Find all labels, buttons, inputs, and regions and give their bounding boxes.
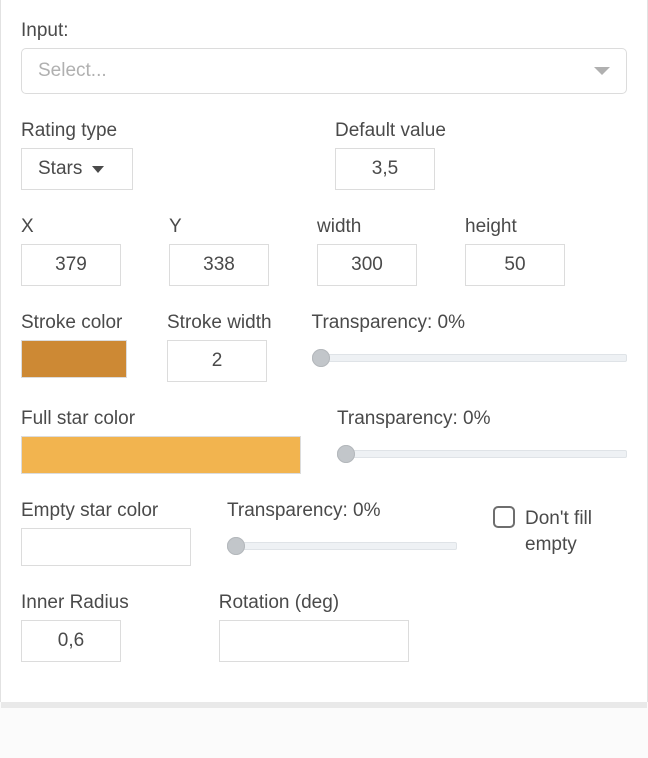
rating-properties-panel: Input: Select... Rating type Stars Defau… xyxy=(0,0,648,702)
y-label: Y xyxy=(169,216,269,238)
height-input[interactable] xyxy=(465,244,565,286)
height-label: height xyxy=(465,216,565,238)
empty-transparency-slider[interactable] xyxy=(227,538,457,554)
caret-down-icon xyxy=(92,166,104,173)
dont-fill-empty-checkbox[interactable] xyxy=(493,506,515,528)
rating-type-value: Stars xyxy=(38,158,82,180)
inner-radius-input[interactable] xyxy=(21,620,121,662)
panel-shadow xyxy=(1,702,647,708)
width-input[interactable] xyxy=(317,244,417,286)
stroke-transparency-label: Transparency: 0% xyxy=(312,312,627,334)
input-label: Input: xyxy=(21,20,627,42)
empty-star-color-label: Empty star color xyxy=(21,500,191,522)
stroke-color-swatch[interactable] xyxy=(21,340,127,378)
stroke-width-label: Stroke width xyxy=(167,312,272,334)
rating-type-label: Rating type xyxy=(21,120,311,142)
full-star-color-label: Full star color xyxy=(21,408,301,430)
dont-fill-empty-label: Don't fill empty xyxy=(525,506,613,557)
rating-type-dropdown[interactable]: Stars xyxy=(21,148,133,190)
rotation-label: Rotation (deg) xyxy=(219,592,409,614)
width-label: width xyxy=(317,216,417,238)
inner-radius-label: Inner Radius xyxy=(21,592,129,614)
slider-thumb[interactable] xyxy=(337,445,355,463)
stroke-color-label: Stroke color xyxy=(21,312,127,334)
slider-track xyxy=(312,354,627,362)
full-transparency-slider[interactable] xyxy=(337,446,627,462)
slider-track xyxy=(337,450,627,458)
full-transparency-label: Transparency: 0% xyxy=(337,408,627,430)
slider-track xyxy=(227,542,457,550)
stroke-width-input[interactable] xyxy=(167,340,267,382)
stroke-transparency-slider[interactable] xyxy=(312,350,627,366)
x-input[interactable] xyxy=(21,244,121,286)
default-value-input[interactable] xyxy=(335,148,435,190)
empty-transparency-label: Transparency: 0% xyxy=(227,500,457,522)
full-star-color-swatch[interactable] xyxy=(21,436,301,474)
slider-thumb[interactable] xyxy=(227,537,245,555)
rotation-input[interactable] xyxy=(219,620,409,662)
default-value-label: Default value xyxy=(335,120,446,142)
x-label: X xyxy=(21,216,121,238)
empty-star-color-swatch[interactable] xyxy=(21,528,191,566)
y-input[interactable] xyxy=(169,244,269,286)
slider-thumb[interactable] xyxy=(312,349,330,367)
input-select[interactable]: Select... xyxy=(21,48,627,94)
input-select-placeholder: Select... xyxy=(38,60,107,82)
chevron-down-icon xyxy=(594,67,610,75)
